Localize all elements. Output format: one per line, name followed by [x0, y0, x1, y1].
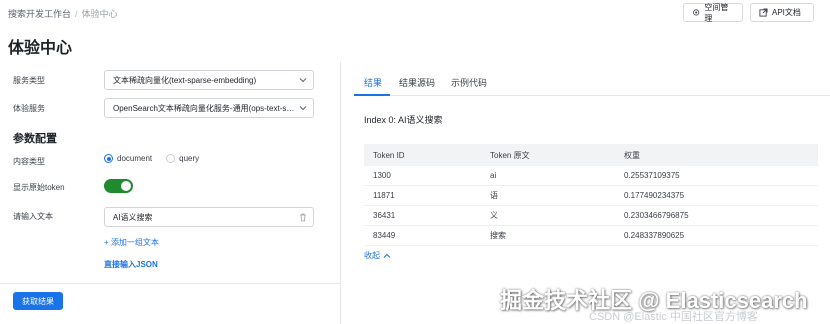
- gear-icon: [693, 9, 700, 16]
- space-management-label: 空间管理: [704, 2, 729, 23]
- get-result-button[interactable]: 获取结果: [13, 292, 63, 310]
- text-input-field[interactable]: AI语义搜索: [104, 207, 314, 227]
- cell-token-id: 36431: [373, 211, 396, 220]
- show-token-toggle[interactable]: [104, 179, 133, 193]
- input-text-label: 请输入文本: [13, 212, 53, 221]
- service-value: OpenSearch文本稀疏向量化服务-通用(ops-text-sparse-e…: [113, 103, 295, 113]
- header-token-id: Token ID: [373, 150, 405, 160]
- cell-token-text: 搜索: [490, 231, 506, 240]
- content-type-label: 内容类型: [13, 157, 45, 166]
- tab-result[interactable]: 结果: [364, 76, 382, 89]
- radio-document-label: document: [117, 154, 153, 163]
- api-docs-button[interactable]: API文档: [750, 3, 814, 22]
- show-token-label: 显示原始token: [13, 183, 65, 192]
- index-title: Index 0: AI语义搜索: [364, 115, 443, 125]
- token-table: Token ID Token 原文 权重 1300 ai 0.255371093…: [364, 144, 818, 246]
- cell-token-text: 语: [490, 191, 498, 200]
- radio-query-label: query: [179, 154, 200, 163]
- breadcrumb-separator: /: [75, 9, 78, 19]
- toggle-knob: [121, 181, 131, 191]
- panel-divider: [340, 62, 341, 324]
- collapse-toggle[interactable]: 收起: [364, 250, 391, 261]
- text-input-value: AI语义搜索: [113, 212, 153, 222]
- submit-divider: [0, 283, 340, 284]
- chevron-down-icon: [299, 78, 307, 83]
- cell-token-id: 1300: [373, 171, 391, 180]
- service-type-select[interactable]: 文本稀疏向量化(text-sparse-embedding): [104, 70, 314, 90]
- params-section-title: 参数配置: [13, 133, 57, 145]
- table-row: 1300 ai 0.25537109375: [364, 166, 818, 186]
- table-header: Token ID Token 原文 权重: [364, 144, 818, 166]
- cell-token-text: ai: [490, 171, 497, 180]
- breadcrumb-current: 体验中心: [81, 9, 118, 19]
- radio-query[interactable]: query: [166, 154, 199, 163]
- header-token-text: Token 原文: [490, 150, 530, 160]
- result-tabs: 结果 结果源码 示例代码: [354, 72, 830, 96]
- chevron-up-icon: [383, 253, 391, 258]
- api-docs-label: API文档: [772, 8, 801, 17]
- cell-token-id: 83449: [373, 231, 396, 240]
- tab-sample-code[interactable]: 示例代码: [451, 76, 487, 89]
- header-weight: 权重: [624, 150, 640, 160]
- service-select[interactable]: OpenSearch文本稀疏向量化服务-通用(ops-text-sparse-e…: [104, 98, 314, 118]
- chevron-down-icon: [299, 106, 307, 111]
- breadcrumb-root[interactable]: 搜索开发工作台: [8, 9, 71, 19]
- table-row: 11871 语 0.177490234375: [364, 186, 818, 206]
- service-type-label: 服务类型: [13, 76, 45, 85]
- cell-weight: 0.25537109375: [624, 171, 680, 180]
- radio-selected-icon: [104, 154, 113, 163]
- external-link-icon: [759, 8, 768, 17]
- direct-json-link[interactable]: 直接输入JSON: [104, 259, 158, 270]
- cell-weight: 0.248337890625: [624, 231, 685, 240]
- top-bar: 搜索开发工作台 / 体验中心 空间管理 API文档: [0, 0, 830, 26]
- page-title: 体验中心: [8, 40, 73, 57]
- watermark-sub: CSDN @Elastic 中国社区官方博客: [589, 311, 758, 323]
- table-row: 36431 义 0.2303466796875: [364, 206, 818, 226]
- content-type-radio-group: document query: [104, 154, 199, 163]
- active-tab-indicator: [354, 94, 390, 96]
- cell-weight: 0.2303466796875: [624, 211, 689, 220]
- space-management-button[interactable]: 空间管理: [683, 2, 743, 23]
- service-type-value: 文本稀疏向量化(text-sparse-embedding): [113, 75, 257, 85]
- trash-icon[interactable]: [299, 213, 307, 222]
- tab-result-source[interactable]: 结果源码: [399, 76, 435, 89]
- add-text-group-link[interactable]: + 添加一组文本: [104, 237, 159, 248]
- cell-token-text: 义: [490, 211, 498, 220]
- table-row: 83449 搜索 0.248337890625: [364, 226, 818, 246]
- collapse-label: 收起: [364, 251, 380, 260]
- cell-weight: 0.177490234375: [624, 191, 685, 200]
- service-label: 体验服务: [13, 104, 45, 113]
- radio-unselected-icon: [166, 154, 176, 163]
- breadcrumb: 搜索开发工作台 / 体验中心: [8, 7, 118, 20]
- radio-document[interactable]: document: [104, 154, 152, 163]
- cell-token-id: 11871: [373, 191, 395, 200]
